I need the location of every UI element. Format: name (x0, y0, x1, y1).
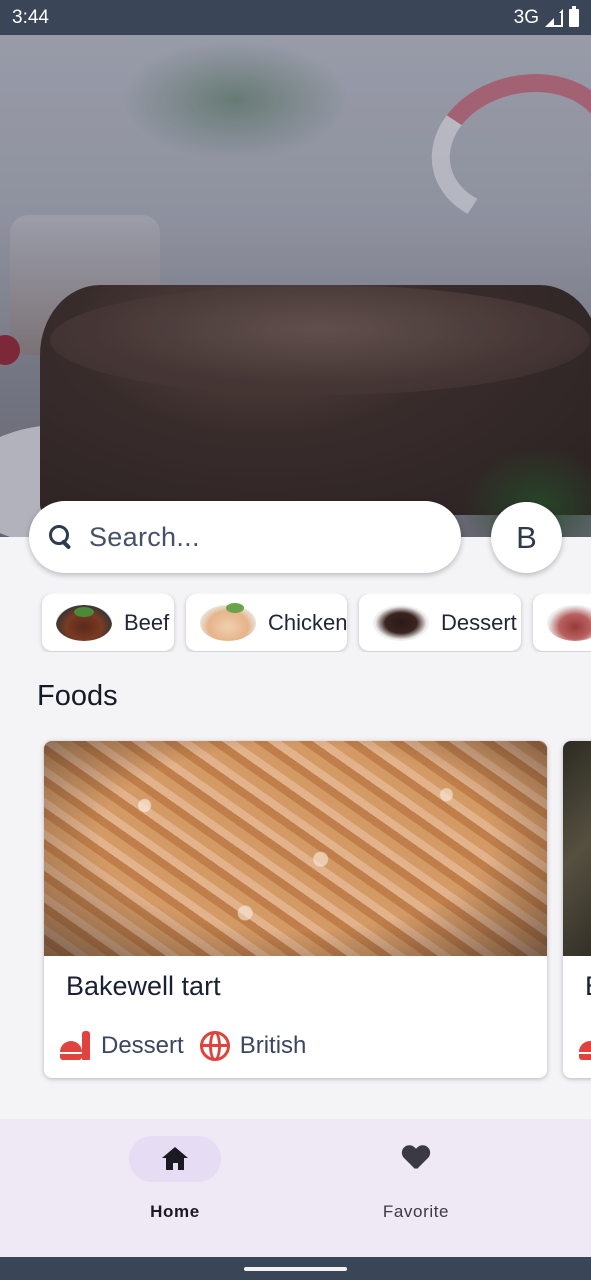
food-name: B (585, 971, 591, 1002)
food-category: Dessert (101, 1031, 184, 1059)
hero-image (0, 35, 591, 537)
food-category-icon (60, 1029, 91, 1062)
globe-icon (199, 1030, 230, 1061)
bottom-navigation: Home Favorite (0, 1119, 591, 1257)
network-type: 3G (513, 6, 539, 28)
food-card[interactable]: Bakewell tart Dessert British (44, 741, 547, 1078)
category-list: Beef Chicken Dessert (0, 594, 591, 652)
nav-indicator (370, 1136, 462, 1182)
app-screen: 3:44 3G Search... B Beef Chicken Dessert… (0, 0, 591, 1280)
nav-label: Home (150, 1202, 200, 1221)
food-area: British (239, 1031, 307, 1059)
status-bar: 3:44 3G (0, 0, 591, 35)
category-label: Chicken (268, 609, 348, 635)
heart-icon (402, 1146, 430, 1172)
food-meta: Dessert British (60, 1029, 306, 1062)
food-category-icon (579, 1029, 591, 1062)
home-gesture-handle[interactable] (244, 1267, 347, 1271)
home-icon (162, 1147, 188, 1171)
chicken-thumbnail (200, 602, 256, 641)
search-input[interactable]: Search... (29, 501, 461, 573)
section-title-foods: Foods (37, 680, 118, 712)
beef-thumbnail (56, 604, 112, 641)
category-chip-beef[interactable]: Beef (42, 594, 174, 651)
category-label: Dessert (441, 609, 517, 635)
search-placeholder: Search... (89, 521, 200, 552)
category-label: Beef (124, 609, 170, 635)
food-card[interactable]: B (563, 741, 591, 1078)
status-time: 3:44 (12, 6, 49, 28)
search-icon (47, 523, 75, 551)
food-meta (579, 1029, 591, 1062)
avatar[interactable]: B (491, 502, 562, 573)
status-icons: 3G (513, 5, 579, 29)
nav-label: Favorite (382, 1202, 450, 1221)
food-image (44, 741, 547, 956)
category-chip-chicken[interactable]: Chicken (186, 594, 347, 651)
gesture-bar (0, 1257, 591, 1280)
category-chip-partial[interactable] (533, 594, 591, 651)
nav-item-favorite[interactable]: Favorite (336, 1119, 496, 1257)
nav-indicator (129, 1136, 221, 1182)
food-name: Bakewell tart (66, 971, 221, 1001)
nav-item-home[interactable]: Home (95, 1119, 255, 1257)
category-chip-dessert[interactable]: Dessert (359, 594, 521, 651)
food-image (563, 741, 591, 956)
battery-icon (569, 5, 579, 27)
dessert-thumbnail (373, 604, 429, 641)
signal-icon (545, 8, 563, 27)
lamb-thumbnail (547, 604, 591, 641)
